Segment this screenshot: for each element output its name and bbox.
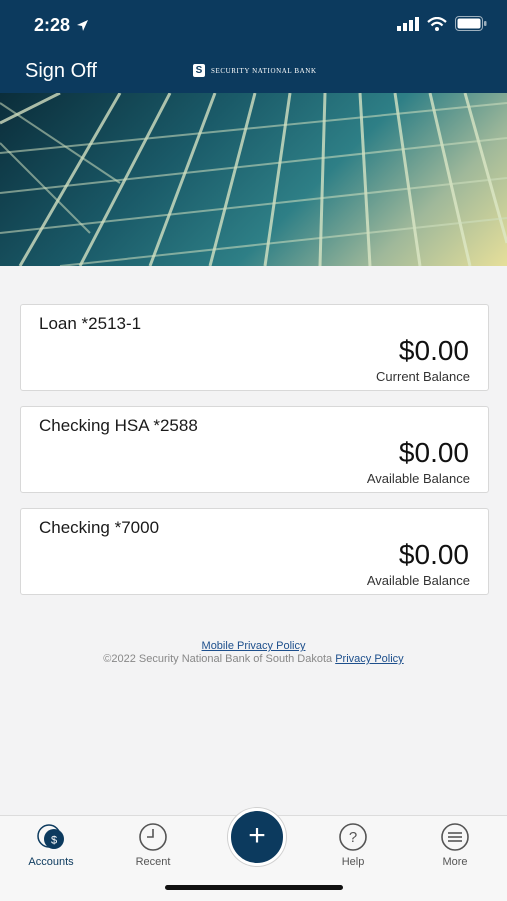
tab-accounts-label: Accounts — [28, 856, 74, 868]
account-balance: $0.00 — [398, 335, 469, 366]
add-action-button[interactable]: + — [228, 808, 286, 866]
building-glass-illustration — [0, 93, 507, 266]
tab-recent-label: Recent — [135, 856, 171, 868]
home-indicator[interactable] — [165, 885, 343, 890]
time-text: 2:28 — [34, 15, 71, 35]
account-card-checking-hsa[interactable]: Checking HSA *2588 $0.00 Available Balan… — [20, 406, 489, 493]
nav-bar: Sign Off S SECURITY NATIONAL BANK — [0, 50, 507, 93]
hero-building-image — [0, 93, 507, 266]
tab-recent[interactable]: Recent — [113, 822, 193, 868]
account-name: Checking *7000 — [39, 518, 160, 537]
clock-icon — [139, 823, 167, 851]
accounts-coin-icon: $ — [37, 824, 64, 849]
balance-caption: Available Balance — [366, 471, 470, 486]
tab-help[interactable]: ? Help — [313, 822, 393, 868]
battery-icon — [455, 16, 487, 31]
wifi-icon — [427, 16, 447, 31]
bank-logo: S SECURITY NATIONAL BANK — [193, 64, 317, 77]
status-indicators — [397, 16, 487, 31]
svg-text:$: $ — [51, 835, 57, 847]
tab-more-label: More — [442, 856, 468, 868]
account-name: Checking HSA *2588 — [39, 416, 198, 435]
account-balance: $0.00 — [398, 437, 469, 468]
bank-logo-mark: S — [193, 64, 205, 77]
bank-name: SECURITY NATIONAL BANK — [211, 66, 317, 75]
svg-text:?: ? — [349, 829, 357, 846]
tab-more[interactable]: More — [415, 822, 495, 868]
status-bar: 2:28 — [0, 0, 507, 50]
sign-off-button[interactable]: Sign Off — [25, 60, 97, 83]
balance-caption: Current Balance — [376, 369, 470, 384]
menu-hamburger-icon — [441, 823, 469, 851]
tab-help-label: Help — [341, 856, 365, 868]
footer-line-1: Mobile Privacy Policy — [0, 640, 507, 652]
balance-caption: Available Balance — [366, 573, 470, 588]
location-arrow-icon — [77, 20, 89, 31]
signal-icon — [397, 16, 419, 31]
footer-line-2: ©2022 Security National Bank of South Da… — [0, 653, 507, 665]
tab-accounts[interactable]: $ Accounts — [11, 822, 91, 868]
status-time: 2:28 — [34, 15, 89, 36]
account-name: Loan *2513-1 — [39, 314, 142, 333]
mobile-privacy-policy-link[interactable]: Mobile Privacy Policy — [202, 640, 306, 652]
help-question-icon: ? — [339, 823, 367, 851]
account-card-checking[interactable]: Checking *7000 $0.00 Available Balance — [20, 508, 489, 595]
copyright-text: ©2022 Security National Bank of South Da… — [103, 653, 333, 665]
account-card-loan[interactable]: Loan *2513-1 $0.00 Current Balance — [20, 304, 489, 391]
app-header: 2:28 Sign Off S SECURITY NATIONAL BANK — [0, 0, 507, 93]
account-balance: $0.00 — [398, 539, 469, 570]
privacy-policy-link[interactable]: Privacy Policy — [335, 653, 403, 665]
